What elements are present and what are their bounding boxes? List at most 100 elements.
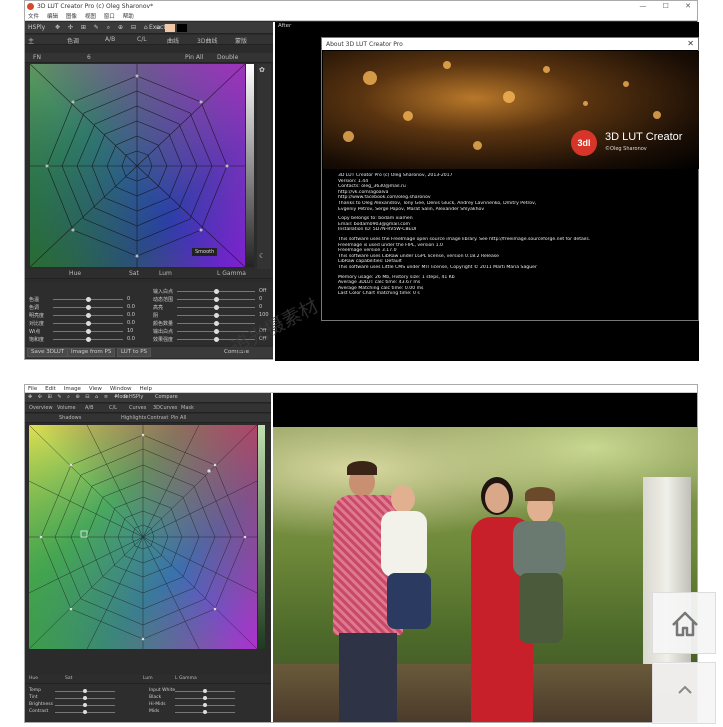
lgamma-label-2[interactable]: L Gamma	[175, 676, 197, 681]
fn-label[interactable]: FN	[33, 54, 41, 61]
right-slider-knob[interactable]	[214, 289, 219, 294]
right2-slider-label: Input White	[149, 688, 176, 693]
left-slider-knob[interactable]	[86, 297, 91, 302]
close-button[interactable]: ✕	[685, 2, 691, 10]
child-left-body	[381, 511, 427, 577]
contrast-label[interactable]: Contrast	[147, 415, 168, 421]
left-slider-knob[interactable]	[86, 313, 91, 318]
left2-slider-label: Tint	[29, 695, 38, 700]
right-slider-label: 输出白点	[153, 329, 174, 335]
left2-slider-knob[interactable]	[83, 696, 87, 700]
menu-file[interactable]: 文件	[28, 14, 39, 20]
tool-icons[interactable]: ✥ ✣ ⊞ ✎ ⌕ ⊕ ⊟ ⌂ ≡	[55, 24, 164, 32]
left-slider-value[interactable]: 10	[127, 328, 133, 334]
tab2-cl[interactable]: C/L	[109, 405, 117, 411]
color-swatch-after[interactable]	[177, 24, 187, 32]
right2-slider-row: Black	[149, 695, 259, 702]
menu2-edit[interactable]: Edit	[45, 386, 56, 392]
mode-select[interactable]: HSPly	[129, 394, 143, 400]
left-slider-value[interactable]: 0	[127, 296, 130, 302]
menu-image[interactable]: 图像	[66, 14, 77, 20]
right-slider-knob[interactable]	[214, 297, 219, 302]
color-grid-canvas-2[interactable]	[29, 425, 257, 649]
moon-icon[interactable]: ☾	[259, 252, 265, 260]
tab2-volume[interactable]: Volume	[57, 405, 76, 411]
maximize-button[interactable]: ☐	[663, 2, 669, 10]
pin-all-label-2[interactable]: Pin All	[171, 415, 186, 421]
tab-3dcurves[interactable]: 3D曲线	[197, 36, 217, 45]
back-to-top-button[interactable]	[652, 662, 716, 724]
tab2-overview[interactable]: Overview	[29, 405, 53, 411]
right-slider-knob[interactable]	[214, 313, 219, 318]
right-slider-row: 输入白点 Off	[153, 288, 275, 295]
grid-size-value[interactable]: 6	[87, 54, 91, 61]
tab-mask[interactable]: 蒙版	[235, 36, 247, 45]
left2-slider-knob[interactable]	[83, 689, 87, 693]
left-slider-knob[interactable]	[86, 305, 91, 310]
color-model-select[interactable]: HSPly	[28, 24, 45, 31]
right2-slider-knob[interactable]	[203, 703, 207, 707]
compare-button-2[interactable]: Compare	[155, 394, 178, 400]
menu-help[interactable]: 帮助	[123, 14, 134, 20]
left-slider-value[interactable]: 0.0	[127, 336, 135, 342]
tab2-mask[interactable]: Mask	[181, 405, 194, 411]
tab2-3dcurves[interactable]: 3DCurves	[153, 405, 177, 411]
about-close-button[interactable]: ✕	[687, 39, 694, 48]
right2-slider-knob[interactable]	[203, 696, 207, 700]
home-button[interactable]	[652, 592, 716, 654]
left-slider-knob[interactable]	[86, 337, 91, 342]
left2-slider-knob[interactable]	[83, 703, 87, 707]
left-slider-knob[interactable]	[86, 329, 91, 334]
settings-icon[interactable]: ✿	[259, 66, 265, 74]
child-left-head	[391, 485, 415, 513]
shadows-label[interactable]: Shadows	[59, 415, 81, 421]
menu2-image[interactable]: Image	[64, 386, 81, 392]
lut-to-ps-button[interactable]: LUT to PS	[117, 348, 152, 357]
3dl-logo: 3dl	[571, 130, 597, 156]
smooth-button[interactable]: Smooth	[192, 248, 218, 256]
tab-cl[interactable]: C/L	[137, 36, 147, 43]
right-slider-knob[interactable]	[214, 305, 219, 310]
right-slider-knob[interactable]	[214, 321, 219, 326]
luminance-slider-2[interactable]	[258, 425, 265, 649]
right-slider-knob[interactable]	[214, 329, 219, 334]
lgamma-label[interactable]: L Gamma	[217, 270, 246, 277]
menu2-window[interactable]: Window	[110, 386, 132, 392]
menu-window[interactable]: 窗口	[104, 14, 115, 20]
right-slider-value[interactable]: 0	[259, 304, 262, 310]
color-swatch-before[interactable]	[165, 24, 175, 32]
tab-curves[interactable]: 曲线	[167, 36, 179, 45]
menu2-help[interactable]: Help	[139, 386, 152, 392]
menu-edit[interactable]: 编辑	[47, 14, 58, 20]
tab2-ab[interactable]: A/B	[85, 405, 94, 411]
tab2-curves[interactable]: Curves	[129, 405, 146, 411]
right-slider-value[interactable]: 0	[259, 296, 262, 302]
luminance-slider[interactable]	[246, 64, 254, 267]
right-slider-value[interactable]: Off	[259, 288, 266, 294]
left2-slider-knob[interactable]	[83, 710, 87, 714]
right-slider-knob[interactable]	[214, 337, 219, 342]
minimize-button[interactable]: —	[639, 2, 646, 10]
double-button[interactable]: Double	[217, 54, 238, 61]
right2-slider-knob[interactable]	[203, 689, 207, 693]
tab-tone[interactable]: 色调	[67, 36, 79, 45]
lut-creator-window: 3D LUT Creator Pro (c) Oleg Sharonov* — …	[24, 0, 699, 361]
left-slider-row: 色调 0.0	[29, 304, 143, 311]
wheel-header: FN 6 Pin All Double	[25, 53, 273, 63]
left-slider-value[interactable]: 0.0	[127, 304, 135, 310]
exact-toggle[interactable]: Exact	[149, 24, 166, 31]
left-slider-knob[interactable]	[86, 321, 91, 326]
save-3dlut-button[interactable]: Save 3DLUT	[27, 348, 69, 357]
tab-ab[interactable]: A/B	[105, 36, 115, 43]
right2-slider-knob[interactable]	[203, 710, 207, 714]
left-slider-value[interactable]: 0.0	[127, 320, 135, 326]
pin-all-button[interactable]: Pin All	[185, 54, 203, 61]
left-slider-value[interactable]: 0.0	[127, 312, 135, 318]
image-from-ps-button[interactable]: Image from PS	[67, 348, 116, 357]
menu2-file[interactable]: File	[28, 386, 37, 392]
menu-view[interactable]: 视图	[85, 14, 96, 20]
color-grid-canvas[interactable]: Smooth	[30, 64, 245, 267]
highlights-label[interactable]: Highlights	[121, 415, 146, 421]
tab-main[interactable]: 主	[28, 36, 34, 45]
menu2-view[interactable]: View	[89, 386, 102, 392]
